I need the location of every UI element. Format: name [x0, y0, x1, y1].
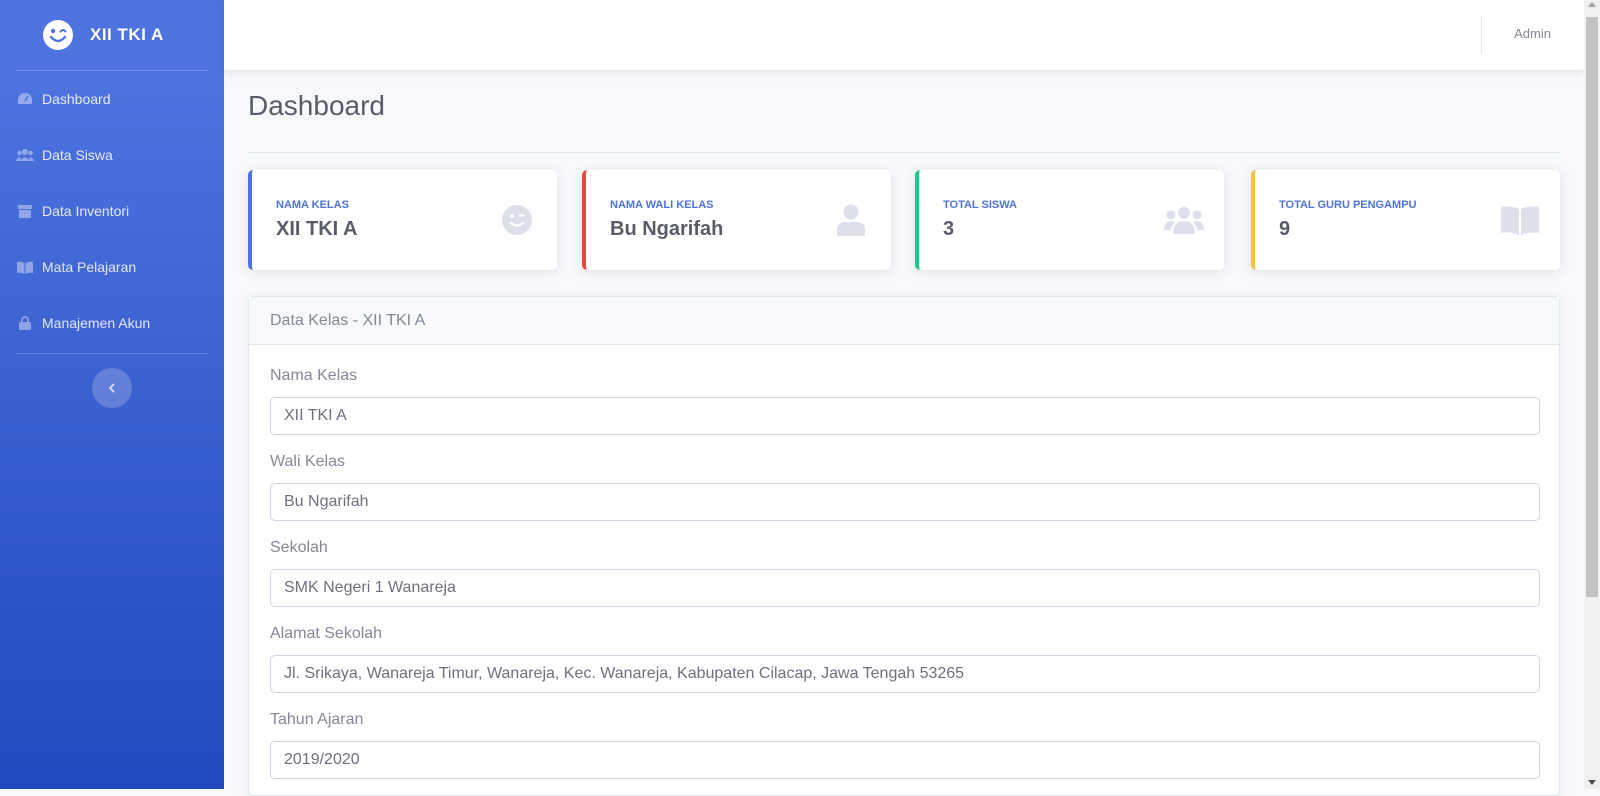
scroll-down-icon[interactable]	[1588, 780, 1596, 785]
chevron-left-icon	[108, 383, 115, 393]
card-total-siswa: TOTAL SISWA 3	[915, 170, 1224, 270]
card-value: 3	[943, 218, 955, 240]
card-total-guru-pengampu: TOTAL GURU PENGAMPU 9	[1251, 170, 1560, 270]
card-label: TOTAL SISWA	[943, 199, 1017, 211]
sidebar-item-label: Mata Pelajaran	[42, 259, 137, 275]
field-label-alamat-sekolah: Alamat Sekolah	[270, 625, 383, 642]
card-nama-wali-kelas: NAMA WALI KELAS Bu Ngarifah	[582, 170, 891, 270]
sidebar-item-label: Data Inventori	[42, 203, 130, 219]
sidebar-item-label: Dashboard	[42, 91, 111, 107]
card-label: NAMA WALI KELAS	[610, 199, 714, 211]
book-icon	[16, 258, 34, 276]
tahun-ajaran-field[interactable]	[270, 741, 1540, 779]
scrollbar-thumb[interactable]	[1586, 17, 1598, 597]
sidebar: XII TKI A Dashboard Data Siswa Data Inve…	[0, 0, 224, 789]
brand[interactable]: XII TKI A	[0, 0, 224, 70]
field-label-sekolah: Sekolah	[270, 539, 328, 556]
data-kelas-panel: Data Kelas - XII TKI A Nama Kelas Wali K…	[248, 296, 1560, 796]
nama-kelas-field[interactable]	[270, 397, 1540, 435]
field-label-nama-kelas: Nama Kelas	[270, 367, 358, 384]
sidebar-toggle-button[interactable]	[92, 368, 132, 408]
user-icon	[831, 200, 871, 240]
brand-title: XII TKI A	[90, 25, 164, 44]
sekolah-field[interactable]	[270, 569, 1540, 607]
box-icon	[16, 202, 34, 220]
sidebar-item-data-siswa[interactable]: Data Siswa	[0, 127, 224, 183]
lock-icon	[16, 314, 34, 332]
gauge-icon	[16, 90, 34, 108]
panel-title: Data Kelas - XII TKI A	[249, 297, 1559, 345]
sidebar-item-manajemen-akun[interactable]: Manajemen Akun	[0, 295, 224, 351]
smile-wink-icon	[43, 20, 73, 50]
users-icon	[16, 146, 34, 164]
sidebar-item-dashboard[interactable]: Dashboard	[0, 71, 224, 127]
title-divider	[248, 152, 1560, 153]
sidebar-item-label: Data Siswa	[42, 147, 113, 163]
card-value: XII TKI A	[276, 218, 358, 240]
book-open-icon	[1500, 200, 1540, 240]
users-icon	[1164, 200, 1204, 240]
sidebar-item-label: Manajemen Akun	[42, 315, 151, 331]
card-label: NAMA KELAS	[276, 199, 349, 211]
topbar-divider	[1481, 16, 1482, 54]
user-menu[interactable]: Admin	[1514, 26, 1551, 41]
field-label-tahun-ajaran: Tahun Ajaran	[270, 711, 364, 728]
wali-kelas-field[interactable]	[270, 483, 1540, 521]
card-nama-kelas: NAMA KELAS XII TKI A	[248, 170, 557, 270]
card-label: TOTAL GURU PENGAMPU	[1279, 199, 1417, 211]
page-title: Dashboard	[248, 90, 385, 121]
sidebar-divider	[16, 353, 208, 354]
field-label-wali-kelas: Wali Kelas	[270, 453, 345, 470]
scrollbar[interactable]	[1584, 0, 1600, 789]
alamat-sekolah-field[interactable]	[270, 655, 1540, 693]
scroll-up-icon[interactable]	[1588, 2, 1596, 7]
sidebar-item-mata-pelajaran[interactable]: Mata Pelajaran	[0, 239, 224, 295]
card-value: Bu Ngarifah	[610, 218, 724, 240]
sidebar-item-data-inventori[interactable]: Data Inventori	[0, 183, 224, 239]
card-value: 9	[1279, 218, 1291, 240]
smile-wink-icon	[497, 200, 537, 240]
topbar: Admin	[224, 0, 1584, 70]
